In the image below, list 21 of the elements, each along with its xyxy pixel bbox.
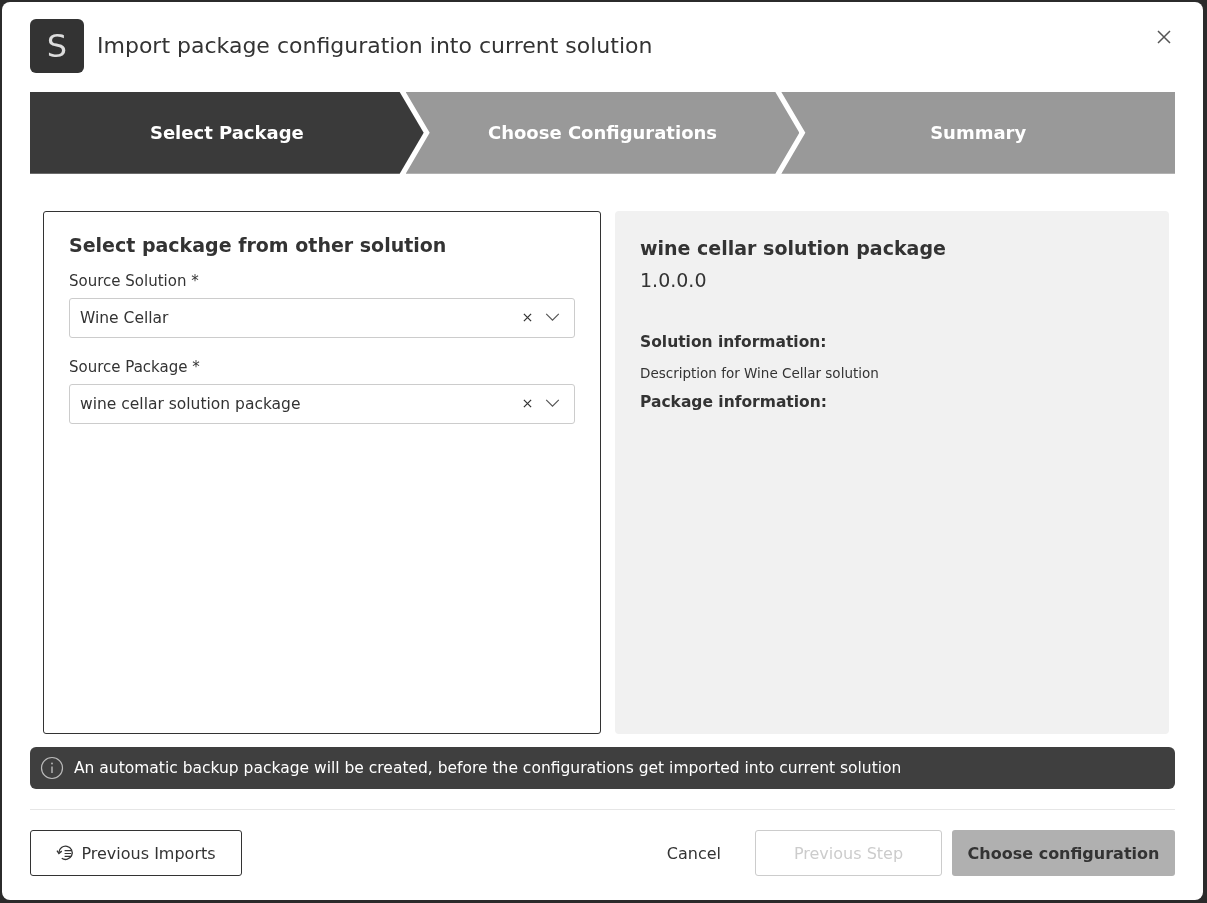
field-label: Source Solution * [69,271,200,290]
section-heading: Package information: [640,392,828,411]
clear-icon[interactable] [523,399,532,409]
notice-text: An automatic backup package will be created, before the configurations get imported into current solution [74,759,902,778]
previous-imports-button[interactable]: Previous Imports [30,830,242,876]
select-field[interactable]: wine cellar solution package [69,383,575,424]
info-icon [40,756,64,781]
package-version: 1.0.0.0 [640,268,708,291]
field-label: Source Package * [69,357,201,376]
panel-heading: Select package from other solution [69,233,448,256]
chevron-down-icon[interactable] [545,399,560,409]
clear-icon[interactable] [523,313,532,323]
section-text: Description for Wine Cellar solution [640,364,880,381]
section-heading: Solution information: [640,332,828,351]
wizard-step[interactable]: Select Package [30,91,424,174]
chevron-down-icon[interactable] [545,313,560,323]
dialog-title: Import package configuration into current solution [97,33,654,59]
close-icon[interactable] [1157,30,1171,44]
app-logo: S [30,18,84,73]
select-field[interactable]: Wine Cellar [69,297,575,338]
package-name: wine cellar solution package [640,236,947,259]
